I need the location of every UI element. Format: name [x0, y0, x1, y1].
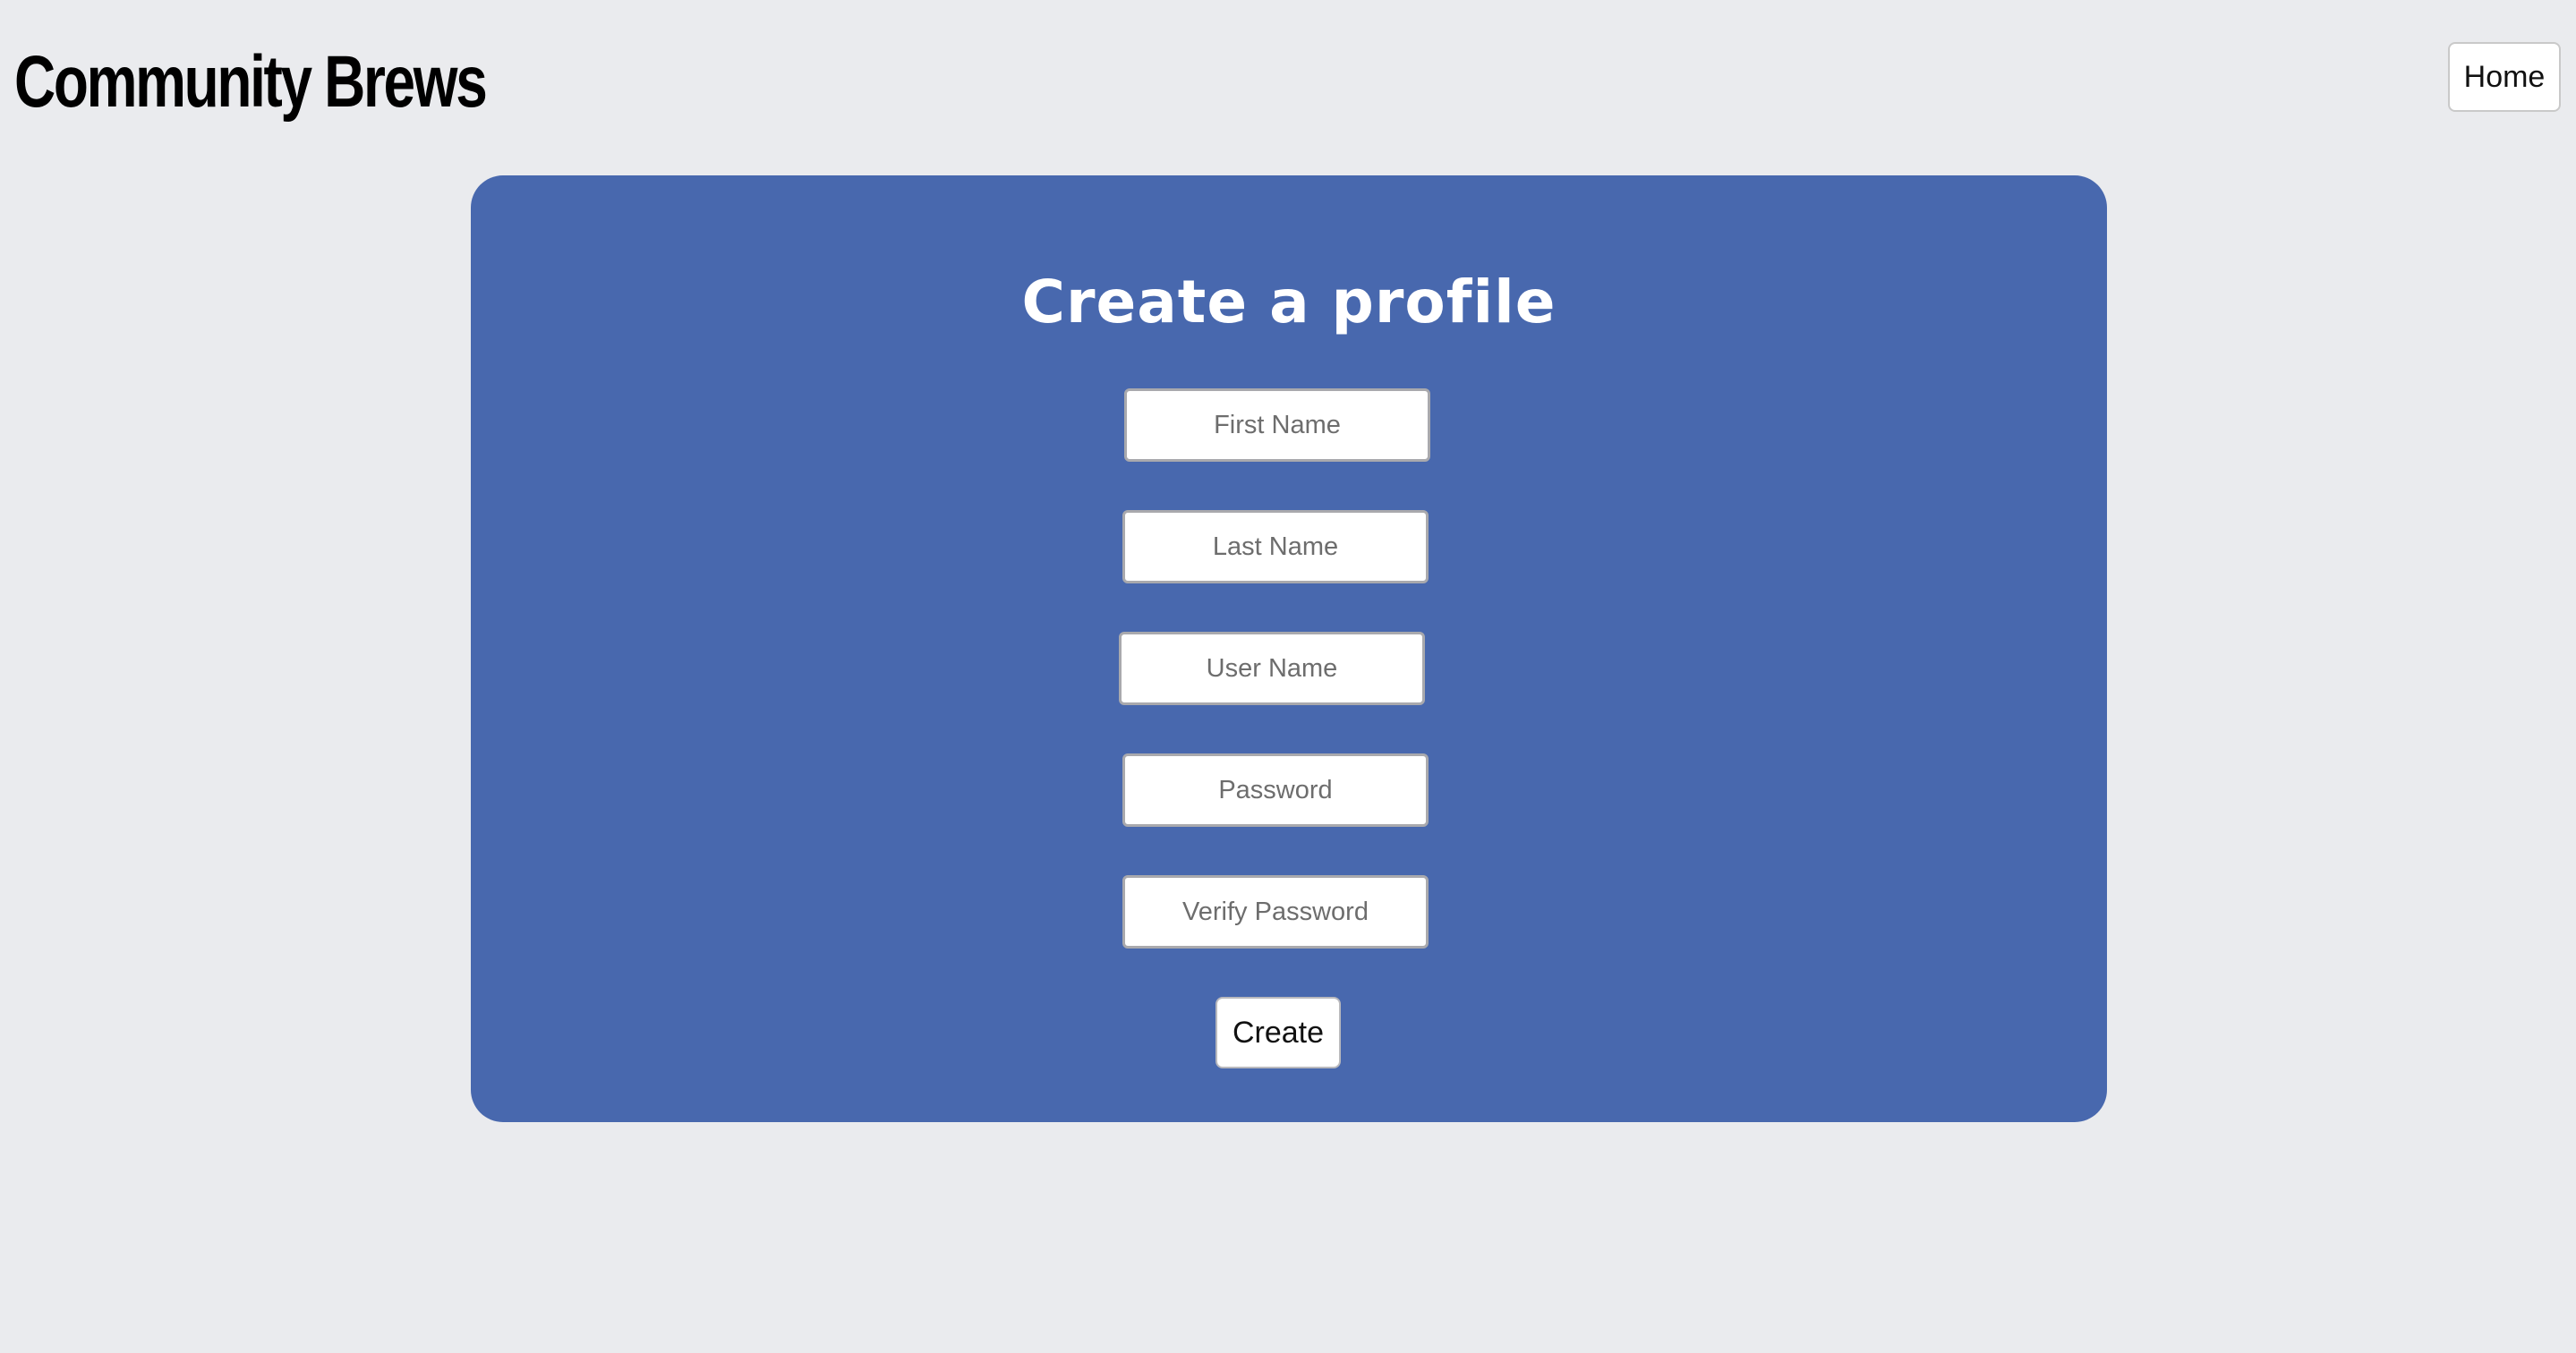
last-name-input[interactable]	[1122, 510, 1429, 583]
first-name-input[interactable]	[1124, 388, 1430, 462]
verify-password-input[interactable]	[1122, 875, 1429, 949]
create-profile-heading: Create a profile	[1021, 268, 1557, 336]
user-name-input[interactable]	[1119, 632, 1425, 705]
create-profile-card: Create a profile Create	[471, 175, 2107, 1122]
password-input[interactable]	[1122, 753, 1429, 827]
home-button[interactable]: Home	[2448, 42, 2561, 112]
site-title: Community Brews	[14, 41, 488, 123]
create-button[interactable]: Create	[1215, 997, 1341, 1068]
